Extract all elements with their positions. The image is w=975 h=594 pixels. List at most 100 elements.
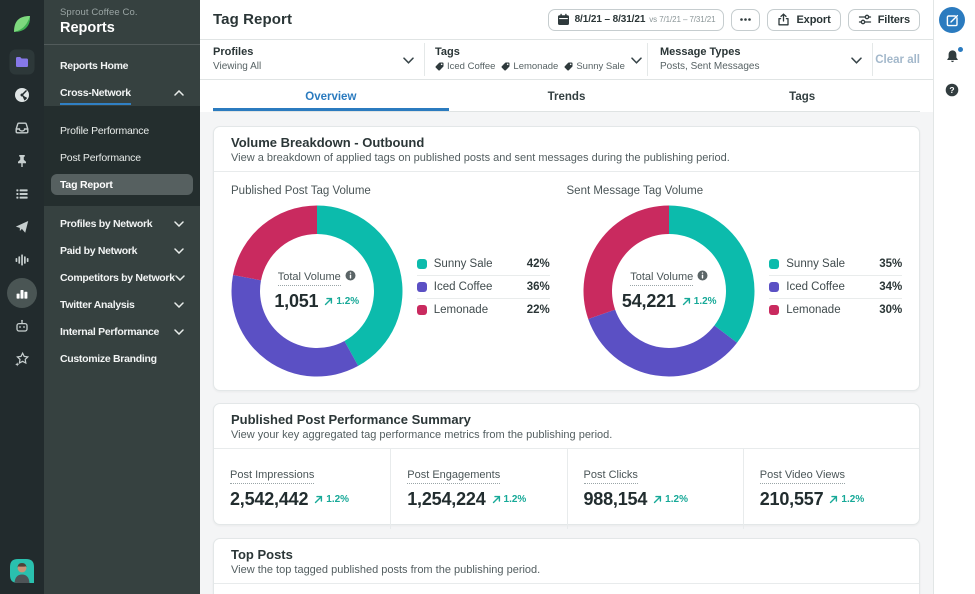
sidebar-item-label: Competitors by Network	[60, 272, 175, 284]
sidebar-item-label: Post Performance	[60, 152, 141, 164]
sidebar-submenu: Profile Performance Post Performance Tag…	[44, 106, 200, 206]
sidebar-item-label: Tag Report	[60, 179, 113, 191]
sidebar-item-tag-report[interactable]: Tag Report	[51, 174, 193, 195]
arrow-up-right-icon	[682, 297, 691, 306]
total-volume-value-row: 54,2211.2%	[622, 291, 717, 312]
date-range-button[interactable]: 8/1/21 – 8/31/21 vs 7/1/21 – 7/31/21	[548, 9, 725, 31]
metric-label: Post Impressions	[230, 469, 314, 484]
nav-pin-icon[interactable]	[6, 144, 39, 177]
summary-card-description: View your key aggregated tag performance…	[231, 429, 902, 442]
metric-value: 210,557	[760, 489, 824, 510]
metric-label: Post Video Views	[760, 469, 845, 484]
nav-queue-icon[interactable]	[6, 177, 39, 210]
info-icon[interactable]	[345, 268, 356, 286]
legend-swatch	[417, 259, 427, 269]
sidebar-item-profile-performance[interactable]: Profile Performance	[44, 117, 200, 144]
chart-title: Published Post Tag Volume	[231, 185, 567, 199]
help-button[interactable]: ?	[945, 83, 959, 102]
tab-bar: Overview Trends Tags	[200, 80, 933, 112]
legend-swatch	[417, 305, 427, 315]
sidebar-item-customize-branding[interactable]: Customize Branding	[44, 345, 200, 372]
message-types-filter[interactable]: Message Types Posts, Sent Messages	[648, 40, 872, 79]
sidebar-item-profiles-by-network[interactable]: Profiles by Network	[44, 210, 200, 237]
legend-item[interactable]: Iced Coffee34%	[769, 275, 902, 298]
nav-gauge-icon[interactable]	[6, 78, 39, 111]
compose-button[interactable]	[939, 7, 965, 33]
message-types-filter-value: Posts, Sent Messages	[660, 60, 760, 73]
filters-button[interactable]: Filters	[848, 9, 920, 31]
nav-publishing-icon[interactable]	[6, 210, 39, 243]
nav-inbox-icon[interactable]	[6, 111, 39, 144]
account-name: Sprout Coffee Co.	[60, 7, 184, 18]
question-mark-icon: ?	[945, 83, 959, 97]
legend-item[interactable]: Lemonade30%	[769, 298, 902, 321]
arrow-up-right-icon	[324, 297, 333, 306]
clear-all-button[interactable]: Clear all	[873, 40, 933, 79]
total-volume-value: 1,051	[274, 291, 318, 312]
nav-folder-icon[interactable]	[6, 45, 39, 78]
chevron-down-icon	[851, 51, 862, 69]
delta-badge: 1.2%	[653, 494, 688, 505]
nav-bot-icon[interactable]	[6, 309, 39, 342]
sidebar-item-post-performance[interactable]: Post Performance	[44, 144, 200, 171]
legend-item[interactable]: Sunny Sale35%	[769, 252, 902, 275]
sidebar-item-internal-performance[interactable]: Internal Performance	[44, 318, 200, 345]
donut-center: Total Volume54,2211.2%	[583, 205, 755, 377]
arrow-up-right-icon	[829, 495, 838, 504]
profiles-filter[interactable]: Profiles Viewing All	[213, 40, 424, 79]
metric-value: 1,254,224	[407, 489, 485, 510]
legend-item[interactable]: Lemonade22%	[417, 298, 550, 321]
nav-listening-icon[interactable]	[6, 243, 39, 276]
nav-reports-icon[interactable]	[6, 276, 39, 309]
notifications-button[interactable]	[945, 49, 960, 69]
sidebar-item-label: Profile Performance	[60, 125, 149, 137]
metric-value-row: 210,5571.2%	[760, 489, 909, 510]
utility-rail: ?	[933, 0, 975, 594]
filters-icon	[858, 13, 872, 26]
metric-post-video-views: Post Video Views 210,5571.2%	[743, 449, 919, 529]
chevron-down-icon	[403, 51, 414, 69]
legend-value: 36%	[527, 281, 550, 293]
sidebar-item-paid-by-network[interactable]: Paid by Network	[44, 237, 200, 264]
metric-value-row: 1,254,2241.2%	[407, 489, 556, 510]
sidebar-item-label: Reports Home	[60, 60, 128, 72]
calendar-icon	[557, 13, 570, 26]
tag-icon	[564, 62, 573, 71]
legend-value: 22%	[527, 304, 550, 316]
profiles-filter-label: Profiles	[213, 46, 261, 59]
app-window: Sprout Coffee Co. Reports Reports Home C…	[0, 0, 975, 594]
sidebar-item-cross-network[interactable]: Cross-Network	[44, 79, 200, 106]
chevron-down-icon	[631, 51, 642, 69]
metric-post-impressions: Post Impressions2,542,4421.2%	[214, 449, 390, 529]
chart-legend: Sunny Sale35%Iced Coffee34%Lemonade30%	[769, 252, 902, 321]
more-options-button[interactable]	[731, 9, 760, 31]
bell-icon	[945, 49, 960, 64]
chart-title: Sent Message Tag Volume	[567, 185, 920, 199]
reports-active-indicator	[7, 278, 37, 308]
legend-value: 42%	[527, 258, 550, 270]
sidebar-item-reports-home[interactable]: Reports Home	[44, 52, 200, 79]
delta-value: 1.2%	[694, 296, 717, 307]
tags-filter[interactable]: Tags Iced CoffeeLemonadeSunny Sale	[425, 40, 647, 79]
export-icon	[777, 13, 790, 26]
tab-trends[interactable]: Trends	[449, 80, 685, 111]
nav-star-icon[interactable]	[6, 342, 39, 375]
sidebar-item-twitter-analysis[interactable]: Twitter Analysis	[44, 291, 200, 318]
tab-tags[interactable]: Tags	[684, 80, 920, 111]
export-button[interactable]: Export	[767, 9, 840, 31]
legend-item[interactable]: Sunny Sale42%	[417, 252, 550, 275]
user-avatar[interactable]	[9, 558, 35, 584]
sidebar-item-label: Customize Branding	[60, 353, 157, 365]
chevron-down-icon	[174, 299, 184, 311]
legend-item[interactable]: Iced Coffee36%	[417, 275, 550, 298]
sprout-logo-icon[interactable]	[11, 13, 33, 35]
page-title: Tag Report	[213, 11, 292, 28]
sidebar-item-competitors-by-network[interactable]: Competitors by Network	[44, 264, 200, 291]
tab-overview[interactable]: Overview	[213, 80, 449, 111]
legend-swatch	[769, 259, 779, 269]
info-icon[interactable]	[697, 268, 708, 286]
legend-label: Lemonade	[786, 304, 840, 316]
arrow-up-right-icon	[653, 495, 662, 504]
donut-chart: Total Volume1,0511.2%Sunny Sale42%Iced C…	[214, 205, 567, 377]
tag-icon	[501, 62, 510, 71]
